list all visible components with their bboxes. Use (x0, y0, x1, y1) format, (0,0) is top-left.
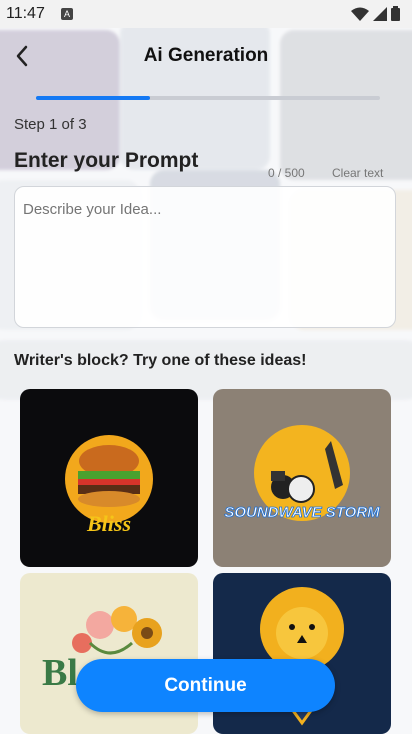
status-bar: 11:47 A (0, 0, 412, 28)
burger-logo-image: Bliss (20, 389, 198, 567)
signal-icon (373, 6, 387, 21)
system-icons (351, 6, 400, 21)
card-label: SOUNDWAVE STORM (224, 504, 380, 521)
progress-fill (36, 96, 150, 100)
wifi-icon (351, 7, 369, 21)
prompt-heading: Enter your Prompt (14, 149, 199, 172)
step-indicator: Step 1 of 3 (14, 116, 87, 133)
card-label: Bl (42, 652, 78, 694)
idea-card-soundwave[interactable]: SOUNDWAVE STORM (213, 389, 391, 567)
ideas-heading: Writer's block? Try one of these ideas! (14, 352, 307, 369)
battery-icon (391, 6, 400, 21)
continue-button[interactable]: Continue (76, 659, 335, 712)
soundwave-logo-image: SOUNDWAVE STORM (213, 389, 391, 567)
clear-text-button[interactable]: Clear text (332, 166, 383, 180)
notification-icon: A (61, 8, 73, 20)
character-counter: 0 / 500 (268, 166, 305, 180)
status-time: 11:47 (6, 5, 45, 22)
page-title: Ai Generation (143, 45, 269, 66)
prompt-input[interactable] (14, 186, 396, 328)
idea-card-burger[interactable]: Bliss (20, 389, 198, 567)
progress-bar (36, 96, 380, 100)
card-label: Bliss (86, 511, 131, 536)
app-header: Ai Generation (0, 28, 412, 88)
